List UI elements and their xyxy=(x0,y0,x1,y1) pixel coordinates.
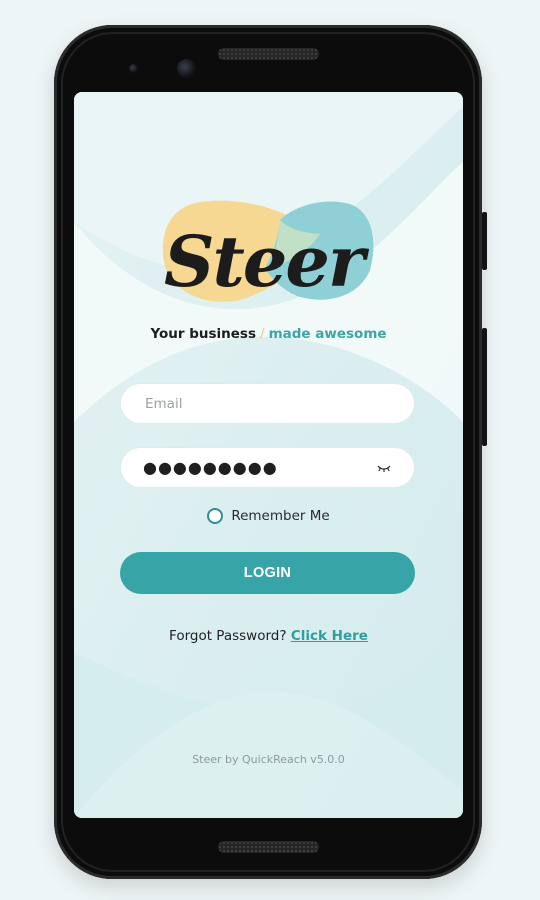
forgot-password: Forgot Password? Click Here xyxy=(74,628,463,644)
password-input[interactable]: ●●●●●●●●● xyxy=(143,458,376,477)
steer-logo: Steer xyxy=(162,200,374,303)
tagline-right: made awesome xyxy=(268,326,387,342)
email-field[interactable] xyxy=(120,383,415,424)
password-field[interactable]: ●●●●●●●●● xyxy=(120,447,415,488)
click-here-link[interactable]: Click Here xyxy=(291,628,368,644)
top-speaker xyxy=(218,48,319,60)
forgot-text: Forgot Password? xyxy=(169,628,287,644)
login-button[interactable]: LOGIN xyxy=(120,552,415,594)
email-input[interactable] xyxy=(143,394,392,413)
power-button xyxy=(482,212,487,270)
tagline-separator: / xyxy=(260,326,265,342)
volume-button xyxy=(482,328,487,446)
bottom-speaker xyxy=(218,841,319,853)
remember-label[interactable]: Remember Me xyxy=(231,508,329,524)
sensor-icon xyxy=(129,64,138,73)
version-text: Steer by QuickReach v5.0.0 xyxy=(192,753,345,766)
remember-radio[interactable] xyxy=(207,508,224,524)
remember-me[interactable]: Remember Me xyxy=(74,508,463,524)
eye-closed-icon[interactable] xyxy=(376,462,392,474)
front-camera-icon xyxy=(177,59,196,78)
device-frame: Your business/made awesome ●●●●●●●●● Rem… xyxy=(0,0,540,900)
logo-wordmark: Steer xyxy=(164,220,370,303)
tagline: Your business / made awesome xyxy=(74,326,463,342)
tagline-left: Your business xyxy=(150,326,257,342)
